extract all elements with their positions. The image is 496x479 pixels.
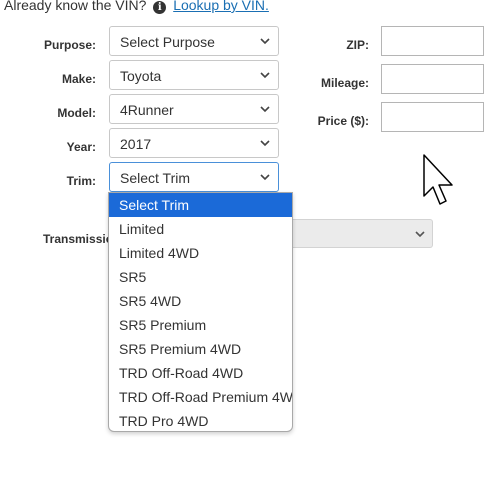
year-select-value: 2017 <box>120 136 152 152</box>
make-select-value: Toyota <box>120 68 162 84</box>
make-label: Make: <box>61 72 96 86</box>
info-icon[interactable]: i <box>153 1 167 14</box>
mouse-cursor-icon <box>423 154 453 205</box>
price-input[interactable] <box>381 102 484 132</box>
purpose-select[interactable]: Select Purpose <box>109 26 279 56</box>
mileage-input[interactable] <box>381 64 484 94</box>
trim-dropdown-list: Select Trim Limited Limited 4WD SR5 SR5 4WD S… <box>108 192 293 432</box>
price-label: Price ($): <box>317 114 369 128</box>
trim-option[interactable]: TRD Off-Road 4WD <box>109 361 292 385</box>
chevron-down-icon <box>260 140 270 147</box>
trim-option[interactable]: Limited <box>109 217 292 241</box>
trim-option[interactable]: TRD Pro 4WD <box>109 409 292 431</box>
zip-label: ZIP: <box>346 38 369 52</box>
model-label: Model: <box>57 106 96 120</box>
zip-input[interactable] <box>381 26 484 56</box>
chevron-down-icon <box>260 106 270 113</box>
trim-select[interactable]: Select Trim <box>109 162 279 192</box>
trim-option[interactable]: TRD Off-Road Premium 4WD <box>109 385 292 409</box>
model-select-value: 4Runner <box>120 102 174 118</box>
model-select[interactable]: 4Runner <box>109 94 279 124</box>
chevron-down-icon <box>260 38 270 45</box>
trim-option[interactable]: SR5 4WD <box>109 289 292 313</box>
trim-label: Trim: <box>66 174 96 188</box>
trim-select-value: Select Trim <box>120 170 191 186</box>
trim-option[interactable]: SR5 Premium <box>109 313 292 337</box>
trim-option[interactable]: Limited 4WD <box>109 241 292 265</box>
purpose-select-value: Select Purpose <box>120 34 215 50</box>
chevron-down-icon <box>260 174 270 181</box>
year-label: Year: <box>66 140 96 154</box>
purpose-label: Purpose: <box>43 38 96 52</box>
vin-prompt-text: Already know the VIN? <box>4 0 147 13</box>
year-select[interactable]: 2017 <box>109 128 279 158</box>
mileage-label: Mileage: <box>320 76 369 90</box>
chevron-down-icon <box>260 72 270 79</box>
make-select[interactable]: Toyota <box>109 60 279 90</box>
trim-option[interactable]: SR5 Premium 4WD <box>109 337 292 361</box>
chevron-down-icon <box>415 231 425 238</box>
lookup-by-vin-link[interactable]: Lookup by VIN. <box>173 0 269 13</box>
trim-option[interactable]: Select Trim <box>109 193 292 217</box>
trim-option[interactable]: SR5 <box>109 265 292 289</box>
vin-prompt: Already know the VIN? i Lookup by VIN. <box>4 0 269 14</box>
transmission-select[interactable] <box>281 219 433 248</box>
